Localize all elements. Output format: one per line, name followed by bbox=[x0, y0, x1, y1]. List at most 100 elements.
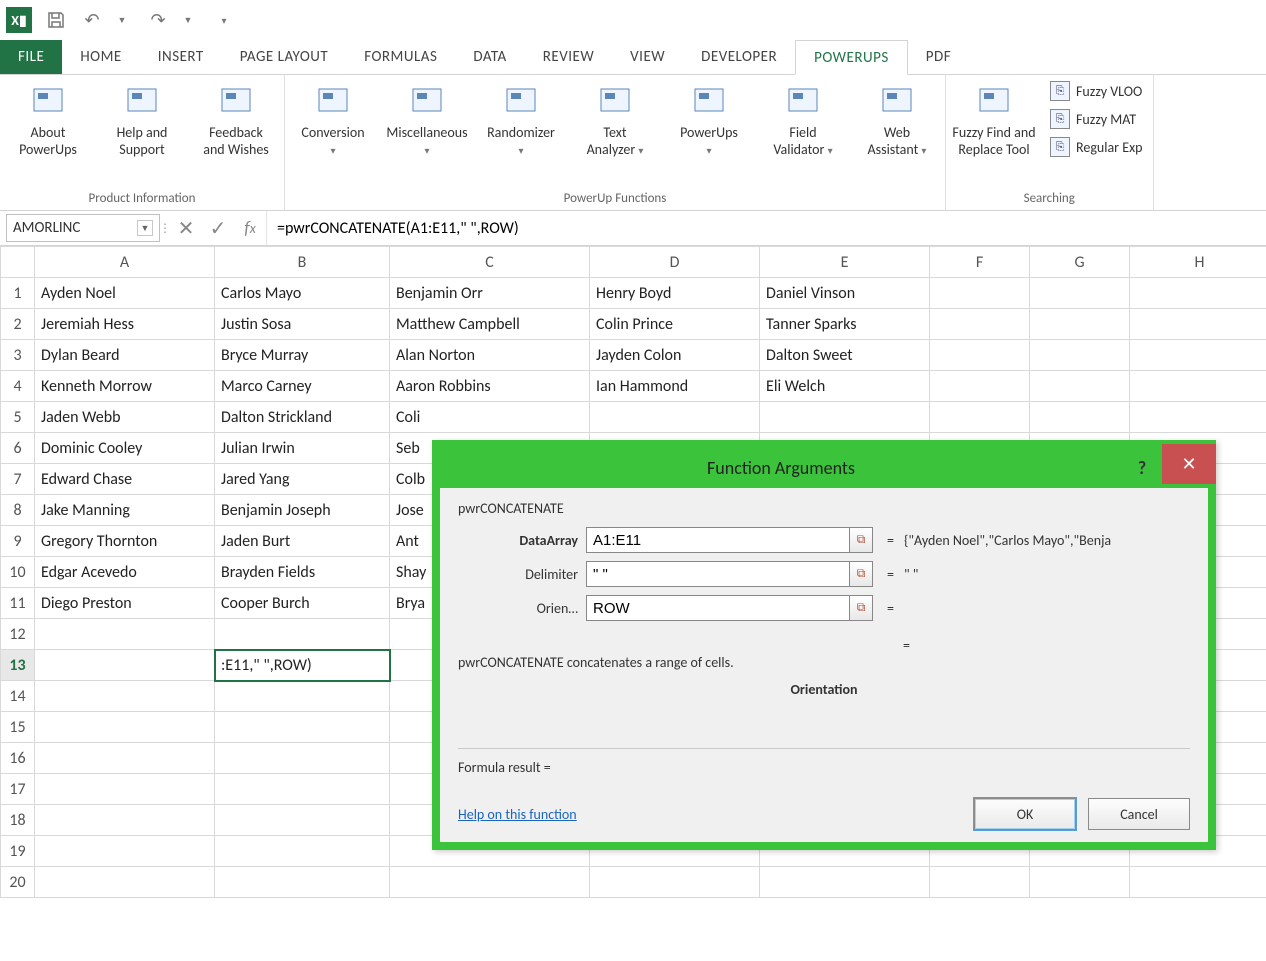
cell[interactable] bbox=[1030, 340, 1130, 371]
cell[interactable]: Dylan Beard bbox=[35, 340, 215, 371]
cell[interactable] bbox=[1130, 867, 1266, 898]
cell[interactable]: Jaden Webb bbox=[35, 402, 215, 433]
save-icon[interactable] bbox=[42, 6, 70, 34]
cell[interactable]: Julian Irwin bbox=[215, 433, 390, 464]
cell[interactable]: Colin Prince bbox=[590, 309, 760, 340]
cell[interactable] bbox=[1130, 371, 1266, 402]
cell[interactable] bbox=[35, 805, 215, 836]
cell[interactable]: :E11," ",ROW) bbox=[215, 650, 390, 681]
cell[interactable] bbox=[215, 619, 390, 650]
row-header[interactable]: 13 bbox=[1, 650, 35, 681]
tab-pdf[interactable]: PDF bbox=[908, 40, 969, 74]
cell[interactable] bbox=[35, 774, 215, 805]
tab-page-layout[interactable]: PAGE LAYOUT bbox=[222, 40, 346, 74]
conversion-button[interactable]: Conversion▾ bbox=[293, 79, 373, 159]
powerups-button[interactable]: PowerUps▾ bbox=[669, 79, 749, 159]
tab-data[interactable]: DATA bbox=[455, 40, 524, 74]
range-picker-icon[interactable]: ⧉ bbox=[849, 595, 873, 621]
name-box[interactable]: AMORLINC ▼ bbox=[6, 214, 160, 242]
cell[interactable] bbox=[215, 743, 390, 774]
column-header-G[interactable]: G bbox=[1030, 247, 1130, 278]
cell[interactable] bbox=[1030, 371, 1130, 402]
row-header[interactable]: 2 bbox=[1, 309, 35, 340]
cell[interactable]: Dalton Sweet bbox=[760, 340, 930, 371]
cell[interactable]: Brayden Fields bbox=[215, 557, 390, 588]
cell[interactable]: Kenneth Morrow bbox=[35, 371, 215, 402]
cell[interactable] bbox=[35, 867, 215, 898]
tab-file[interactable]: FILE bbox=[0, 40, 62, 74]
cell[interactable]: Jared Yang bbox=[215, 464, 390, 495]
cell[interactable]: Ian Hammond bbox=[590, 371, 760, 402]
cell[interactable]: Edward Chase bbox=[35, 464, 215, 495]
cell[interactable] bbox=[930, 309, 1030, 340]
cell[interactable] bbox=[590, 867, 760, 898]
cell[interactable] bbox=[215, 805, 390, 836]
text-analyzer-button[interactable]: TextAnalyzer ▾ bbox=[575, 79, 655, 159]
formula-input[interactable]: =pwrCONCATENATE(A1:E11," ",ROW) bbox=[266, 211, 1266, 245]
column-header-C[interactable]: C bbox=[390, 247, 590, 278]
row-header[interactable]: 3 bbox=[1, 340, 35, 371]
column-header-F[interactable]: F bbox=[930, 247, 1030, 278]
insert-function-icon[interactable]: fx bbox=[234, 211, 266, 245]
cell[interactable]: Marco Carney bbox=[215, 371, 390, 402]
cell[interactable]: Edgar Acevedo bbox=[35, 557, 215, 588]
cell[interactable]: Henry Boyd bbox=[590, 278, 760, 309]
cell[interactable]: Dalton Strickland bbox=[215, 402, 390, 433]
cell[interactable]: Ayden Noel bbox=[35, 278, 215, 309]
cell[interactable] bbox=[1130, 278, 1266, 309]
dialog-titlebar[interactable]: Function Arguments ? ✕ bbox=[440, 448, 1208, 488]
cell[interactable]: Benjamin Orr bbox=[390, 278, 590, 309]
ok-button[interactable]: OK bbox=[974, 798, 1076, 830]
redo-icon[interactable]: ↷ bbox=[144, 6, 172, 34]
cell[interactable]: Jeremiah Hess bbox=[35, 309, 215, 340]
enter-formula-icon[interactable]: ✓ bbox=[202, 211, 234, 245]
column-header-E[interactable]: E bbox=[760, 247, 930, 278]
range-picker-icon[interactable]: ⧉ bbox=[849, 561, 873, 587]
cell[interactable]: Diego Preston bbox=[35, 588, 215, 619]
cell[interactable]: Matthew Campbell bbox=[390, 309, 590, 340]
customize-qat-icon[interactable]: ▾ bbox=[210, 6, 238, 34]
name-box-dropdown-icon[interactable]: ▼ bbox=[137, 220, 153, 236]
cell[interactable] bbox=[1030, 278, 1130, 309]
tab-home[interactable]: HOME bbox=[62, 40, 139, 74]
row-header[interactable]: 19 bbox=[1, 836, 35, 867]
cell[interactable] bbox=[590, 402, 760, 433]
cell[interactable] bbox=[930, 278, 1030, 309]
cell[interactable] bbox=[1130, 340, 1266, 371]
tab-review[interactable]: REVIEW bbox=[525, 40, 612, 74]
undo-icon[interactable]: ↶ bbox=[78, 6, 106, 34]
help-support-button[interactable]: Help andSupport bbox=[102, 79, 182, 159]
undo-dropdown-icon[interactable]: ▼ bbox=[108, 6, 136, 34]
cell[interactable]: Gregory Thornton bbox=[35, 526, 215, 557]
row-header[interactable]: 8 bbox=[1, 495, 35, 526]
row-header[interactable]: 4 bbox=[1, 371, 35, 402]
cell[interactable] bbox=[930, 371, 1030, 402]
cell[interactable] bbox=[35, 650, 215, 681]
column-header-H[interactable]: H bbox=[1130, 247, 1266, 278]
row-header[interactable]: 12 bbox=[1, 619, 35, 650]
cell[interactable] bbox=[1030, 402, 1130, 433]
redo-dropdown-icon[interactable]: ▼ bbox=[174, 6, 202, 34]
row-header[interactable]: 7 bbox=[1, 464, 35, 495]
row-header[interactable]: 20 bbox=[1, 867, 35, 898]
cell[interactable] bbox=[215, 681, 390, 712]
select-all-corner[interactable] bbox=[1, 247, 35, 278]
row-header[interactable]: 1 bbox=[1, 278, 35, 309]
dialog-arg-input-orien[interactable] bbox=[586, 595, 850, 621]
fuzzy-vlookup-button[interactable]: ⎘Fuzzy VLOO bbox=[1048, 79, 1145, 103]
cell[interactable] bbox=[215, 836, 390, 867]
tab-formulas[interactable]: FORMULAS bbox=[346, 40, 455, 74]
row-header[interactable]: 14 bbox=[1, 681, 35, 712]
cancel-formula-icon[interactable]: ✕ bbox=[170, 211, 202, 245]
dialog-arg-input-delimiter[interactable] bbox=[586, 561, 850, 587]
cell[interactable] bbox=[930, 340, 1030, 371]
row-header[interactable]: 17 bbox=[1, 774, 35, 805]
randomizer-button[interactable]: Randomizer▾ bbox=[481, 79, 561, 159]
cell[interactable]: Justin Sosa bbox=[215, 309, 390, 340]
dialog-help-icon[interactable]: ? bbox=[1122, 457, 1162, 479]
field-validator-button[interactable]: FieldValidator ▾ bbox=[763, 79, 843, 159]
cell[interactable] bbox=[760, 867, 930, 898]
cell[interactable] bbox=[35, 619, 215, 650]
cell[interactable]: Jake Manning bbox=[35, 495, 215, 526]
row-header[interactable]: 15 bbox=[1, 712, 35, 743]
